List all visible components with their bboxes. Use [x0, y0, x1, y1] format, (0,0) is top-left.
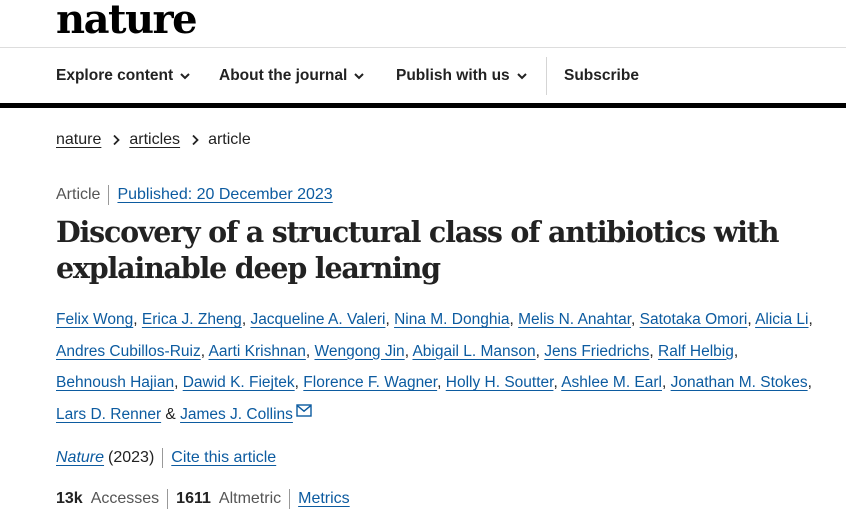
- chevron-down-icon: [516, 73, 527, 80]
- metrics-divider: [289, 489, 291, 509]
- metrics-divider: [167, 489, 169, 509]
- accesses-count: 13k: [56, 490, 83, 507]
- author-separator: ,: [200, 342, 206, 360]
- author-separator: ,: [385, 311, 390, 328]
- chevron-down-icon: [354, 73, 365, 80]
- nav-about-the-journal[interactable]: About the journal: [219, 49, 365, 103]
- header-rule: [0, 103, 846, 108]
- author-separator: ,: [807, 374, 812, 392]
- meta-divider: [108, 185, 110, 205]
- journal-link[interactable]: Nature: [56, 449, 104, 467]
- author-link[interactable]: Jens Friedrichs: [544, 343, 649, 360]
- nav-divider: [546, 57, 547, 95]
- author-separator: ,: [241, 311, 247, 328]
- citation-line: Nature (2023) Cite this article: [56, 447, 276, 469]
- author-separator: ,: [631, 311, 636, 328]
- article-meta: Article Published: 20 December 2023: [56, 184, 333, 206]
- altmetric-label: Altmetric: [218, 490, 282, 507]
- author-link[interactable]: Holly H. Soutter: [446, 374, 554, 391]
- author-separator: ,: [404, 342, 409, 360]
- nav-publish-with-us-label: Publish with us: [396, 67, 510, 84]
- author-joiner: &: [165, 406, 176, 424]
- article-metrics: 13k Accesses 1611 Altmetric Metrics: [56, 488, 350, 510]
- chevron-down-icon: [180, 73, 190, 80]
- author-link[interactable]: Nina M. Donghia: [394, 311, 509, 328]
- publication-year: (2023): [108, 449, 155, 466]
- author-link[interactable]: Andres Cubillos-Ruiz: [56, 343, 201, 360]
- subscribe-link[interactable]: Subscribe: [564, 49, 639, 103]
- chevron-right-icon: [192, 134, 199, 146]
- author-link[interactable]: Behnoush Hajian: [56, 374, 174, 391]
- author-separator: ,: [808, 311, 813, 328]
- published-date-link[interactable]: Published: 20 December 2023: [117, 186, 332, 204]
- altmetric-score: 1611: [176, 490, 211, 507]
- main-navigation: Explore content About the journal Publis…: [0, 49, 846, 103]
- author-link[interactable]: Dawid K. Fiejtek: [183, 374, 295, 391]
- author-link[interactable]: Lars D. Renner: [56, 406, 161, 423]
- masthead: nature: [0, 0, 846, 48]
- article-title-line-1: Discovery of a structural class of antib…: [56, 215, 779, 249]
- author-separator: ,: [294, 374, 299, 392]
- mail-icon[interactable]: [296, 404, 312, 417]
- author-link[interactable]: James J. Collins: [180, 406, 293, 423]
- author-separator: ,: [509, 311, 514, 328]
- nav-explore-content-label: Explore content: [56, 67, 174, 84]
- author-link[interactable]: Ashlee M. Earl: [561, 374, 662, 391]
- author-separator: ,: [174, 374, 179, 392]
- author-link[interactable]: Jonathan M. Stokes: [671, 374, 808, 391]
- author-link[interactable]: Wengong Jin: [314, 343, 404, 360]
- author-link[interactable]: Felix Wong: [56, 311, 133, 328]
- author-link[interactable]: Satotaka Omori: [640, 311, 748, 328]
- breadcrumb-current: article: [208, 131, 251, 148]
- author-separator: ,: [649, 342, 654, 360]
- author-separator: ,: [437, 374, 442, 392]
- breadcrumb-nature[interactable]: nature: [56, 131, 101, 149]
- author-separator: ,: [747, 311, 752, 328]
- nav-explore-content[interactable]: Explore content: [56, 49, 191, 103]
- citation-divider: [162, 448, 164, 468]
- chevron-right-icon: [113, 134, 121, 146]
- author-separator: ,: [553, 374, 558, 392]
- author-link[interactable]: Alicia Li: [755, 311, 808, 328]
- accesses-label: Accesses: [90, 490, 160, 507]
- author-link[interactable]: Ralf Helbig: [658, 343, 734, 360]
- breadcrumb-articles[interactable]: articles: [129, 131, 180, 149]
- cite-this-article-link[interactable]: Cite this article: [171, 449, 276, 467]
- article-type: Article: [56, 186, 101, 203]
- nav-about-the-journal-label: About the journal: [219, 67, 348, 84]
- nav-publish-with-us[interactable]: Publish with us: [396, 49, 528, 103]
- author-separator: ,: [662, 374, 667, 392]
- author-link[interactable]: Erica J. Zheng: [142, 311, 242, 328]
- author-list: Felix Wong, Erica J. Zheng, Jacqueline A…: [56, 304, 816, 431]
- author-link[interactable]: Jacqueline A. Valeri: [250, 311, 385, 328]
- author-link[interactable]: Aarti Krishnan: [209, 343, 306, 360]
- author-link[interactable]: Abigail L. Manson: [412, 343, 535, 360]
- author-link[interactable]: Florence F. Wagner: [303, 374, 437, 391]
- metrics-link[interactable]: Metrics: [298, 490, 350, 508]
- author-separator: ,: [535, 342, 540, 360]
- author-link[interactable]: Melis N. Anahtar: [518, 311, 631, 328]
- author-separator: ,: [133, 311, 138, 328]
- breadcrumb: nature articles article: [56, 128, 251, 152]
- author-separator: ,: [305, 342, 311, 360]
- nature-logo[interactable]: nature: [56, 0, 198, 46]
- article-title-line-2: explainable deep learning: [56, 251, 441, 285]
- article-title: Discovery of a structural class of antib…: [56, 214, 816, 286]
- author-separator: ,: [733, 342, 739, 360]
